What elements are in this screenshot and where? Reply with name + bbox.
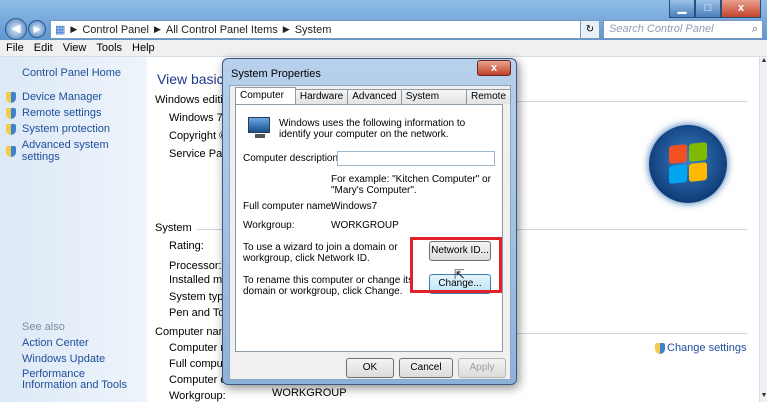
- shield-icon: [6, 107, 16, 119]
- maximize-button[interactable]: □: [695, 0, 721, 18]
- chevron-right-icon: ▶: [153, 24, 161, 34]
- dialog-tabs: Computer Name Hardware Advanced System P…: [235, 87, 511, 117]
- performance-info-link[interactable]: Performance Information and Tools: [22, 369, 137, 391]
- change-settings-link[interactable]: Change settings: [655, 342, 747, 354]
- sidebar: Control Panel Home Device Manager Remote…: [0, 57, 147, 402]
- ok-button[interactable]: OK: [346, 358, 394, 378]
- sidebar-item-advanced-settings[interactable]: Advanced system settings: [6, 139, 147, 163]
- control-panel-home-link[interactable]: Control Panel Home: [22, 67, 121, 79]
- vertical-scrollbar[interactable]: ▲ ▼: [759, 57, 767, 402]
- workgroup-label: Workgroup:: [243, 220, 295, 231]
- dialog-title: System Properties: [231, 68, 321, 80]
- search-input[interactable]: Search Control Panel ⌕: [603, 20, 763, 39]
- control-panel-icon: ▦: [55, 24, 66, 36]
- example-text: For example: "Kitchen Computer" or "Mary…: [331, 174, 491, 196]
- mouse-cursor-icon: ⇱: [454, 267, 465, 282]
- tab-hardware[interactable]: Hardware: [294, 89, 349, 104]
- full-name-label: Full computer name:: [243, 201, 335, 212]
- shield-icon: [6, 91, 16, 103]
- menu-edit[interactable]: Edit: [34, 42, 53, 54]
- action-center-link[interactable]: Action Center: [22, 337, 89, 349]
- full-name-value: Windows7: [331, 201, 378, 212]
- see-also-heading: See also: [22, 321, 65, 333]
- intro-text: Windows uses the following information t…: [279, 118, 466, 140]
- search-placeholder: Search Control Panel: [609, 23, 714, 35]
- tab-system-protection[interactable]: System Protection: [400, 89, 467, 116]
- minimize-button[interactable]: ▁: [669, 0, 695, 18]
- rating-row: Rating:: [169, 240, 204, 252]
- change-settings-label: Change settings: [667, 342, 747, 354]
- apply-button[interactable]: Apply: [458, 358, 506, 378]
- breadcrumb-system[interactable]: System: [295, 24, 332, 36]
- workgroup-value: WORKGROUP: [331, 220, 399, 231]
- address-bar[interactable]: ▦ ▶ Control Panel ▶ All Control Panel It…: [50, 20, 595, 39]
- menu-tools[interactable]: Tools: [96, 42, 122, 54]
- tab-advanced[interactable]: Advanced: [347, 89, 402, 104]
- breadcrumb-control-panel[interactable]: Control Panel: [82, 24, 149, 36]
- breadcrumb-all-items[interactable]: All Control Panel Items: [166, 24, 278, 36]
- menu-view[interactable]: View: [63, 42, 87, 54]
- cancel-button[interactable]: Cancel: [399, 358, 453, 378]
- forward-arrow-icon[interactable]: ▶: [28, 20, 46, 38]
- shield-icon: [6, 145, 16, 157]
- workgroup-value: WORKGROUP: [272, 387, 347, 399]
- close-button[interactable]: x: [721, 0, 761, 18]
- sidebar-item-label: Remote settings: [22, 107, 102, 119]
- back-arrow-icon[interactable]: ◀: [5, 18, 27, 40]
- sidebar-item-label: Advanced system settings: [21, 139, 109, 163]
- menu-help[interactable]: Help: [132, 42, 155, 54]
- rename-text: To rename this computer or change its do…: [243, 275, 414, 297]
- scroll-up-icon[interactable]: ▲: [760, 57, 767, 67]
- dialog-close-button[interactable]: x: [477, 60, 511, 76]
- window-controls: ▁ □ x: [669, 0, 761, 18]
- refresh-icon[interactable]: ↻: [580, 20, 600, 39]
- sidebar-item-remote-settings[interactable]: Remote settings: [6, 107, 101, 119]
- system-heading: System: [155, 222, 192, 234]
- tab-remote[interactable]: Remote: [465, 89, 511, 104]
- computer-icon: [248, 117, 270, 138]
- search-icon[interactable]: ⌕: [752, 21, 758, 38]
- tab-computer-name[interactable]: Computer Name: [235, 87, 296, 117]
- windows-update-link[interactable]: Windows Update: [22, 353, 105, 365]
- chevron-right-icon: ▶: [70, 24, 78, 34]
- workgroup-row: Workgroup:: [169, 390, 226, 402]
- dialog-body: Computer Name Hardware Advanced System P…: [229, 85, 511, 380]
- navigation-bar: ◀ ▶ ▦ ▶ Control Panel ▶ All Control Pane…: [0, 18, 767, 40]
- processor-row: Processor:: [169, 260, 222, 272]
- sidebar-item-system-protection[interactable]: System protection: [6, 123, 110, 135]
- highlight-box: [410, 237, 502, 293]
- tab-panel-computer-name: Windows uses the following information t…: [235, 104, 503, 352]
- system-properties-dialog: System Properties x Computer Name Hardwa…: [222, 58, 517, 385]
- chevron-right-icon: ▶: [282, 24, 290, 34]
- menu-file[interactable]: File: [6, 42, 24, 54]
- shield-icon: [6, 123, 16, 135]
- network-id-text: To use a wizard to join a domain or work…: [243, 242, 398, 264]
- windows-logo-icon: [649, 125, 727, 203]
- computer-description-input[interactable]: [337, 151, 495, 166]
- scroll-down-icon[interactable]: ▼: [760, 392, 767, 402]
- sidebar-item-label: System protection: [22, 123, 111, 135]
- sidebar-item-device-manager[interactable]: Device Manager: [6, 91, 102, 103]
- menu-bar: File Edit View Tools Help: [0, 40, 767, 57]
- sidebar-item-label: Device Manager: [22, 91, 103, 103]
- description-label: Computer description:: [243, 153, 341, 164]
- shield-icon: [655, 342, 665, 354]
